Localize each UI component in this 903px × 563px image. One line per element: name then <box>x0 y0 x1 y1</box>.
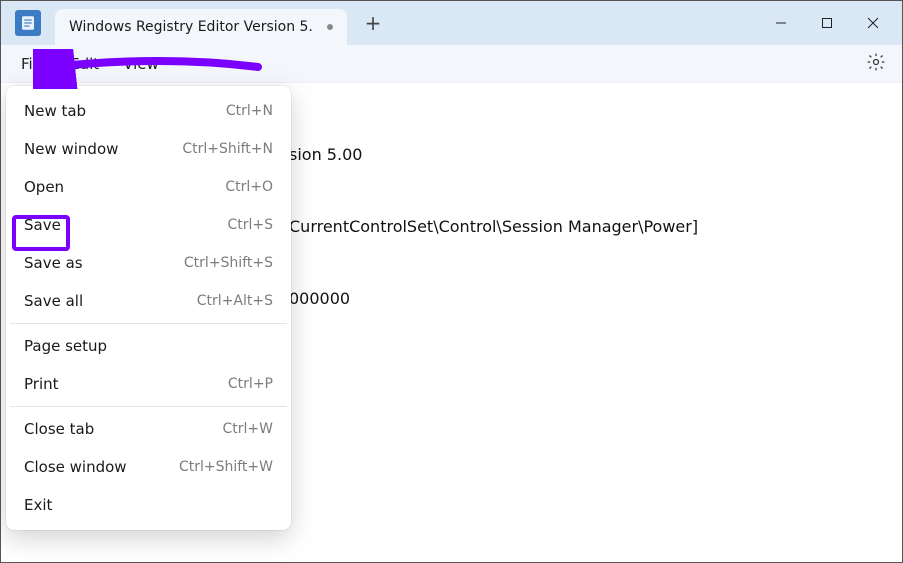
menu-item-label: Close tab <box>24 420 94 438</box>
menu-item-label: Page setup <box>24 337 107 355</box>
maximize-icon <box>821 17 833 29</box>
menu-edit[interactable]: Edit <box>58 49 111 79</box>
maximize-button[interactable] <box>804 3 850 43</box>
document-tab[interactable]: Windows Registry Editor Version 5. <box>55 9 347 45</box>
gear-icon <box>866 52 886 72</box>
menu-item-shortcut: Ctrl+Alt+S <box>197 293 273 309</box>
menu-item-close-tab[interactable]: Close tab Ctrl+W <box>6 410 291 448</box>
file-menu-dropdown: New tab Ctrl+N New window Ctrl+Shift+N O… <box>6 86 291 530</box>
menu-item-shortcut: Ctrl+Shift+S <box>184 255 273 271</box>
menu-item-save[interactable]: Save Ctrl+S <box>6 206 291 244</box>
menu-item-exit[interactable]: Exit <box>6 486 291 524</box>
menu-separator <box>10 323 287 324</box>
menu-item-shortcut: Ctrl+S <box>227 217 273 233</box>
menu-item-shortcut: Ctrl+Shift+W <box>179 459 273 475</box>
menu-item-open[interactable]: Open Ctrl+O <box>6 168 291 206</box>
menu-item-shortcut: Ctrl+W <box>223 421 273 437</box>
menu-separator <box>10 406 287 407</box>
tab-title: Windows Registry Editor Version 5. <box>69 19 317 35</box>
menu-item-print[interactable]: Print Ctrl+P <box>6 365 291 403</box>
minimize-button[interactable] <box>758 3 804 43</box>
menu-item-shortcut: Ctrl+P <box>228 376 273 392</box>
menu-item-label: Print <box>24 375 59 393</box>
menu-item-label: Save all <box>24 292 83 310</box>
close-icon <box>867 17 879 29</box>
menu-item-new-tab[interactable]: New tab Ctrl+N <box>6 92 291 130</box>
settings-button[interactable] <box>858 46 894 82</box>
notepad-app-icon <box>15 10 41 36</box>
minimize-icon <box>775 17 787 29</box>
menu-item-label: New tab <box>24 102 86 120</box>
menu-item-new-window[interactable]: New window Ctrl+Shift+N <box>6 130 291 168</box>
menu-bar: File Edit View <box>1 45 902 83</box>
new-tab-button[interactable]: + <box>357 7 389 39</box>
menu-item-close-window[interactable]: Close window Ctrl+Shift+W <box>6 448 291 486</box>
menu-item-label: Save as <box>24 254 83 272</box>
menu-item-save-as[interactable]: Save as Ctrl+Shift+S <box>6 244 291 282</box>
menu-item-label: Open <box>24 178 64 196</box>
menu-item-label: New window <box>24 140 118 158</box>
plus-icon: + <box>365 11 382 35</box>
menu-view[interactable]: View <box>111 49 171 79</box>
menu-item-label: Save <box>24 216 61 234</box>
menu-item-save-all[interactable]: Save all Ctrl+Alt+S <box>6 282 291 320</box>
menu-item-shortcut: Ctrl+O <box>225 179 273 195</box>
menu-item-label: Exit <box>24 496 52 514</box>
window-controls <box>758 3 896 43</box>
menu-item-label: Close window <box>24 458 127 476</box>
menu-file[interactable]: File <box>9 49 58 79</box>
menu-item-page-setup[interactable]: Page setup <box>6 327 291 365</box>
close-button[interactable] <box>850 3 896 43</box>
menu-item-shortcut: Ctrl+Shift+N <box>182 141 273 157</box>
menu-item-shortcut: Ctrl+N <box>226 103 273 119</box>
title-bar: Windows Registry Editor Version 5. + <box>1 1 902 45</box>
unsaved-indicator-icon <box>327 24 333 30</box>
